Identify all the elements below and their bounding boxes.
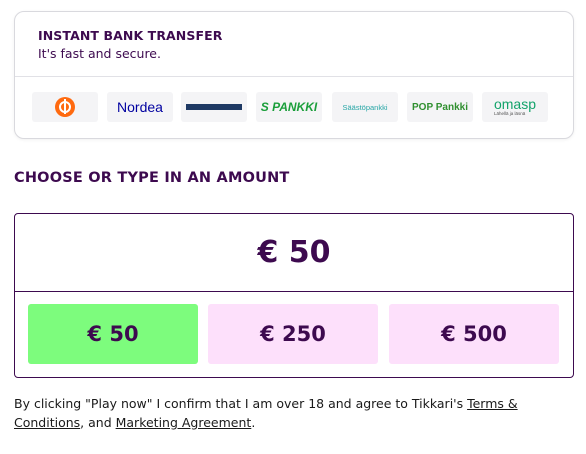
nordea-logo[interactable]: Nordea: [107, 92, 173, 122]
transfer-subtitle: It's fast and secure.: [38, 46, 161, 61]
pop-pankki-logo-text: POP Pankki: [412, 101, 468, 113]
saastopankki-logo[interactable]: Säästöpankki: [332, 92, 398, 122]
nordea-logo-text: Nordea: [117, 99, 163, 115]
s-pankki-logo-text: S PANKKI: [260, 100, 318, 114]
instant-bank-transfer-card: INSTANT BANK TRANSFER It's fast and secu…: [14, 11, 574, 139]
omasp-logo-text: omasp: [493, 96, 537, 113]
transfer-divider: [15, 76, 573, 77]
marketing-agreement-link[interactable]: Marketing Agreement: [116, 415, 252, 430]
preset-amount-row: € 50 € 250 € 500: [28, 304, 559, 364]
consent-suffix: .: [251, 415, 256, 430]
preset-250-button[interactable]: € 250: [208, 304, 378, 364]
danske-bank-logo-icon: [186, 104, 242, 110]
op-logo-icon: [55, 97, 75, 117]
amount-heading: CHOOSE OR TYPE IN AN AMOUNT: [14, 170, 290, 186]
omasp-logo[interactable]: omasp Lähellä ja läsnä: [482, 92, 548, 122]
consent-text: By clicking "Play now" I confirm that I …: [14, 394, 544, 432]
saastopankki-logo-text: Säästöpankki: [342, 102, 388, 112]
bank-logo-row: Nordea S PANKKI Säästöpankki POP Pankki …: [32, 92, 562, 122]
op-logo[interactable]: [32, 92, 98, 122]
s-pankki-logo[interactable]: S PANKKI: [256, 92, 322, 122]
omasp-logo-sublabel: Lähellä ja läsnä: [493, 111, 526, 117]
consent-prefix: By clicking "Play now" I confirm that I …: [14, 396, 468, 411]
amount-input[interactable]: [15, 214, 573, 292]
danske-bank-logo[interactable]: [181, 92, 247, 122]
pop-pankki-logo[interactable]: POP Pankki: [407, 92, 473, 122]
amount-selector: € 50 € 250 € 500: [14, 213, 574, 378]
transfer-title: INSTANT BANK TRANSFER: [38, 28, 223, 43]
consent-middle: , and: [80, 415, 116, 430]
preset-500-button[interactable]: € 500: [389, 304, 559, 364]
preset-50-button[interactable]: € 50: [28, 304, 198, 364]
